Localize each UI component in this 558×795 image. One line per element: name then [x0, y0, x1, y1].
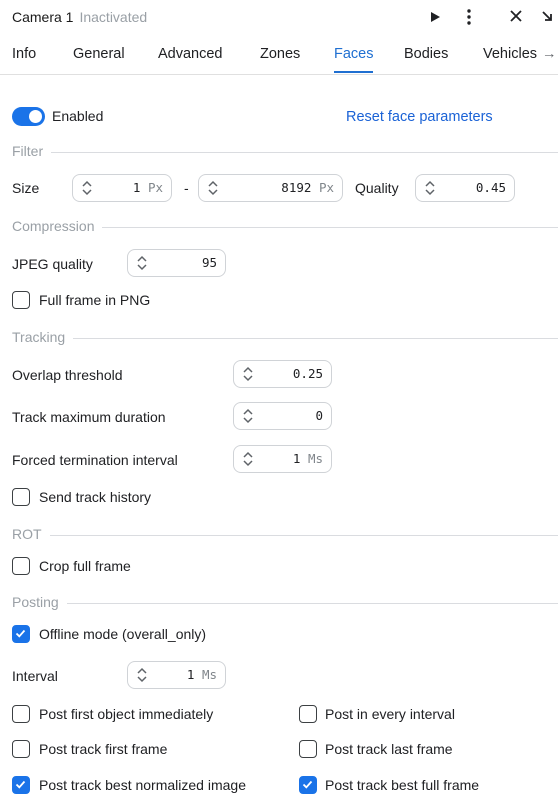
forced-termination-unit: Ms — [307, 451, 323, 466]
quality-label: Quality — [355, 180, 399, 196]
tab-bar: Info General Advanced Zones Faces Bodies… — [0, 44, 558, 75]
full-frame-png-label: Full frame in PNG — [39, 292, 151, 308]
track-max-duration-stepper[interactable]: 0 — [233, 402, 332, 430]
forced-termination-label: Forced termination interval — [12, 452, 178, 468]
jpeg-quality-stepper[interactable]: 95 — [127, 249, 226, 277]
tab-vehicles[interactable]: Vehicles — [483, 46, 537, 62]
stepper-arrows-icon[interactable] — [136, 665, 148, 685]
checkmark-icon — [15, 780, 26, 789]
post-first-object-label: Post first object immediately — [39, 706, 214, 722]
crop-full-frame-label: Crop full frame — [39, 558, 131, 574]
overlap-threshold-stepper[interactable]: 0.25 — [233, 360, 332, 388]
send-track-history-checkbox[interactable] — [12, 488, 30, 506]
play-icon[interactable] — [428, 6, 442, 33]
tab-info[interactable]: Info — [12, 46, 36, 62]
close-icon[interactable] — [508, 6, 524, 33]
camera-title: Camera 1 Inactivated — [12, 9, 147, 25]
section-compression-title: Compression — [12, 218, 103, 234]
section-tracking: Tracking — [12, 329, 558, 347]
quality-stepper[interactable]: 0.45 — [415, 174, 515, 202]
size-label: Size — [12, 180, 40, 196]
post-track-first-frame-checkbox[interactable] — [12, 740, 30, 758]
tab-faces[interactable]: Faces — [334, 46, 374, 62]
overlap-threshold-label: Overlap threshold — [12, 367, 123, 383]
section-compression: Compression — [12, 218, 558, 236]
interval-stepper[interactable]: 1 Ms — [127, 661, 226, 689]
interval-label: Interval — [12, 668, 58, 684]
track-max-duration-label: Track maximum duration — [12, 409, 166, 425]
post-best-normalized-checkbox[interactable] — [12, 776, 30, 794]
overlap-threshold-value: 0.25 — [292, 366, 323, 381]
section-filter: Filter — [12, 143, 558, 161]
tab-general[interactable]: General — [73, 46, 125, 62]
size-min-unit: Px — [147, 180, 163, 195]
checkmark-icon — [302, 780, 313, 789]
section-rot-title: ROT — [12, 526, 50, 542]
section-posting: Posting — [12, 594, 558, 612]
post-best-normalized-label: Post track best normalized image — [39, 777, 246, 793]
track-max-duration-value: 0 — [315, 408, 323, 423]
send-track-history-label: Send track history — [39, 489, 152, 505]
post-first-object-checkbox[interactable] — [12, 705, 30, 723]
crop-full-frame-checkbox[interactable] — [12, 557, 30, 575]
enabled-label: Enabled — [52, 108, 104, 124]
post-every-interval-label: Post in every interval — [325, 706, 455, 722]
post-best-full-frame-label: Post track best full frame — [325, 777, 480, 793]
stepper-arrows-icon[interactable] — [242, 449, 254, 469]
forced-termination-stepper[interactable]: 1 Ms — [233, 445, 332, 473]
stepper-arrows-icon[interactable] — [207, 178, 219, 198]
post-track-last-frame-checkbox[interactable] — [299, 740, 317, 758]
stepper-arrows-icon[interactable] — [81, 178, 93, 198]
reset-face-parameters-link[interactable]: Reset face parameters — [346, 109, 493, 125]
tab-bodies[interactable]: Bodies — [404, 46, 448, 62]
size-min-stepper[interactable]: 1 Px — [72, 174, 172, 202]
post-track-last-frame-label: Post track last frame — [325, 741, 453, 757]
tab-advanced[interactable]: Advanced — [158, 46, 223, 62]
more-vert-icon[interactable] — [464, 6, 474, 33]
checkmark-icon — [15, 629, 26, 638]
section-posting-title: Posting — [12, 594, 67, 610]
section-rot: ROT — [12, 526, 558, 544]
collapse-icon[interactable] — [540, 6, 558, 33]
size-max-unit: Px — [318, 180, 334, 195]
camera-status: Inactivated — [79, 9, 148, 25]
stepper-arrows-icon[interactable] — [136, 253, 148, 273]
size-min-value: 1 — [132, 180, 141, 195]
forced-termination-value: 1 — [292, 451, 301, 466]
full-frame-png-checkbox[interactable] — [12, 291, 30, 309]
size-max-value: 8192 — [281, 180, 312, 195]
post-track-first-frame-label: Post track first frame — [39, 741, 168, 757]
offline-mode-checkbox[interactable] — [12, 625, 30, 643]
section-tracking-title: Tracking — [12, 329, 74, 345]
offline-mode-label: Offline mode (overall_only) — [39, 626, 207, 642]
quality-value: 0.45 — [475, 180, 506, 195]
enabled-toggle[interactable] — [12, 107, 45, 126]
jpeg-quality-label: JPEG quality — [12, 256, 93, 272]
stepper-arrows-icon[interactable] — [424, 178, 436, 198]
active-tab-indicator — [334, 71, 373, 73]
post-every-interval-checkbox[interactable] — [299, 705, 317, 723]
jpeg-quality-value: 95 — [201, 255, 217, 270]
interval-unit: Ms — [201, 667, 217, 682]
camera-name: Camera 1 — [12, 9, 74, 25]
scroll-right-icon[interactable]: → — [542, 46, 558, 62]
stepper-arrows-icon[interactable] — [242, 406, 254, 426]
section-filter-title: Filter — [12, 143, 52, 159]
tab-zones[interactable]: Zones — [260, 46, 300, 62]
size-range-dash: - — [184, 180, 189, 196]
stepper-arrows-icon[interactable] — [242, 364, 254, 384]
interval-value: 1 — [186, 667, 195, 682]
size-max-stepper[interactable]: 8192 Px — [198, 174, 343, 202]
post-best-full-frame-checkbox[interactable] — [299, 776, 317, 794]
